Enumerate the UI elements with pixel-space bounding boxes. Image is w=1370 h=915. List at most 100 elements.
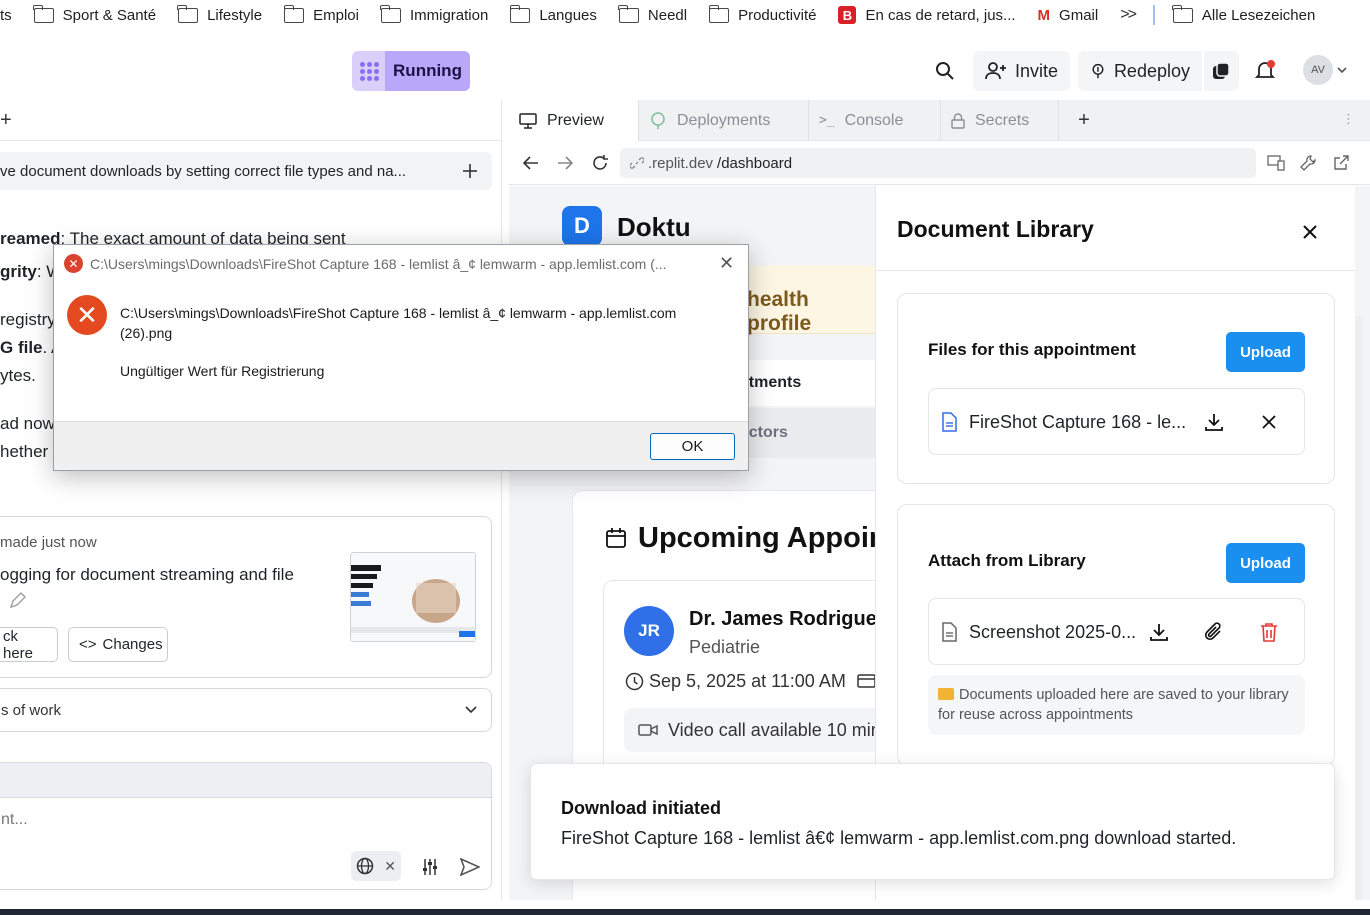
drawer-scrollbar[interactable] xyxy=(1355,316,1363,900)
deploy-icon xyxy=(1092,63,1104,79)
nav-appointments[interactable]: ntments xyxy=(739,360,875,406)
redeploy-button[interactable]: Redeploy xyxy=(1078,51,1202,91)
appointment-date: Sep 5, 2025 at 11:00 AM xyxy=(649,671,846,691)
folder-icon xyxy=(708,4,730,23)
running-button[interactable]: Running xyxy=(385,51,470,91)
open-external-icon[interactable] xyxy=(1331,153,1351,173)
download-icon[interactable] xyxy=(1148,621,1170,643)
tab-console[interactable]: >_ Console xyxy=(809,100,941,141)
changes-label: Changes xyxy=(102,636,163,653)
tab-secrets[interactable]: Secrets xyxy=(941,100,1059,141)
bookmark-folder-emploi[interactable]: Emploi xyxy=(283,4,359,24)
toast-message: FireShot Capture 168 - lemlist â€¢ lemwa… xyxy=(561,828,1237,848)
add-tab-button[interactable]: + xyxy=(1059,100,1109,141)
devices-icon[interactable] xyxy=(1266,153,1286,173)
checkpoint-screenshot-thumbnail[interactable] xyxy=(350,552,476,642)
task-title-row[interactable]: ve document downloads by setting correct… xyxy=(0,152,492,190)
upload-button[interactable]: Upload xyxy=(1226,332,1305,372)
tab-label: Preview xyxy=(547,111,604,129)
lock-icon xyxy=(951,112,965,129)
bookmark-partial[interactable]: ts xyxy=(0,7,12,24)
file-name: Screenshot 2025-0... xyxy=(969,622,1137,642)
more-options-icon[interactable]: ··· xyxy=(1339,112,1357,125)
invite-button[interactable]: Invite xyxy=(973,51,1070,91)
avatar[interactable]: AV xyxy=(1303,55,1333,85)
input-header xyxy=(0,763,491,798)
ok-button[interactable]: OK xyxy=(650,433,735,460)
pencil-icon[interactable] xyxy=(7,591,27,611)
chat-line: ytes. xyxy=(0,366,36,385)
bookmark-retard[interactable]: B En cas de retard, jus... xyxy=(838,6,1016,24)
gmail-icon: M xyxy=(1037,6,1051,24)
bookmark-folder-needl[interactable]: Needl xyxy=(618,4,687,24)
bookmark-all[interactable]: Alle Lesezeichen xyxy=(1172,4,1316,24)
bookmark-folder-langues[interactable]: Langues xyxy=(509,4,597,24)
brand-name: Doktu xyxy=(617,212,691,242)
dialog-close-icon[interactable]: ✕ xyxy=(719,253,734,274)
file-row: FireShot Capture 168 - le... xyxy=(928,388,1305,455)
agent-chat-panel: + ve document downloads by setting corre… xyxy=(0,100,502,900)
close-icon[interactable]: ✕ xyxy=(384,858,396,875)
new-tab-button[interactable]: + xyxy=(0,109,12,132)
wrench-icon[interactable] xyxy=(1298,153,1318,173)
attach-paperclip-icon[interactable] xyxy=(1203,621,1225,643)
changes-button[interactable]: <> Changes xyxy=(68,627,168,662)
drawer-divider xyxy=(876,270,1356,271)
task-title: ve document downloads by setting correct… xyxy=(0,162,407,180)
chevron-down-icon xyxy=(465,706,477,714)
bookmark-label: Sport & Santé xyxy=(62,6,157,24)
bookmark-folder-lifestyle[interactable]: Lifestyle xyxy=(177,4,262,24)
clock-icon xyxy=(624,671,644,691)
chat-line: ad now xyxy=(0,414,55,433)
dialog-title: C:\Users\mings\Downloads\FireShot Captur… xyxy=(90,256,667,272)
close-icon[interactable] xyxy=(1300,222,1320,242)
plus-icon[interactable] xyxy=(462,163,478,179)
section-title: Files for this appointment xyxy=(928,340,1136,359)
library-note: Documents uploaded here are saved to you… xyxy=(928,675,1305,735)
reload-icon[interactable] xyxy=(589,152,611,174)
rollback-button[interactable]: ck here xyxy=(0,627,58,662)
document-icon xyxy=(939,411,959,433)
tab-deployments[interactable]: Deployments xyxy=(639,100,809,141)
dialog-error-message: Ungültiger Wert für Registrierung xyxy=(120,363,325,379)
library-note-text: Documents uploaded here are saved to you… xyxy=(938,687,1289,723)
trash-icon[interactable] xyxy=(1258,621,1280,643)
url-host: .replit.dev xyxy=(648,154,714,172)
error-dialog: ✕ C:\Users\mings\Downloads\FireShot Capt… xyxy=(53,244,749,471)
work-summary-row[interactable]: s of work xyxy=(0,688,492,732)
chevron-down-icon[interactable] xyxy=(1336,64,1348,76)
agent-input[interactable]: nt... xyxy=(1,811,28,829)
more-bookmarks-icon[interactable]: >> xyxy=(1120,6,1137,24)
remove-icon[interactable] xyxy=(1259,412,1279,432)
bookmark-label: En cas de retard, jus... xyxy=(865,6,1016,24)
url-field[interactable]: .replit.dev/dashboard xyxy=(620,148,1256,178)
notification-bell-icon[interactable] xyxy=(1253,58,1277,82)
run-grid-icon[interactable] xyxy=(352,51,386,91)
bookmark-folder-immigration[interactable]: Immigration xyxy=(380,4,488,24)
bookmark-folder-productivite[interactable]: Productivité xyxy=(708,4,816,24)
nav-doctors[interactable]: octors xyxy=(739,408,875,458)
copy-icon xyxy=(1213,62,1230,79)
search-icon[interactable] xyxy=(933,59,957,83)
document-icon xyxy=(939,621,959,643)
forward-arrow-icon[interactable] xyxy=(555,153,575,173)
work-summary-label: s of work xyxy=(1,701,62,719)
add-user-icon xyxy=(985,62,1006,80)
video-call-text: Video call available 10 min xyxy=(668,719,881,740)
bookmark-gmail[interactable]: M Gmail xyxy=(1038,7,1099,24)
bookmark-label: Alle Lesezeichen xyxy=(1201,6,1316,24)
download-toast[interactable]: Download initiated FireShot Capture 168 … xyxy=(530,763,1335,880)
back-arrow-icon[interactable] xyxy=(521,153,541,173)
deploy-status-button[interactable] xyxy=(1204,51,1239,91)
send-icon[interactable] xyxy=(459,857,481,877)
web-search-toggle[interactable]: ✕ xyxy=(351,851,401,881)
tab-label: Secrets xyxy=(975,111,1030,129)
checkpoint-text: ogging for document streaming and file xyxy=(0,565,294,584)
bookmark-folder-sport[interactable]: Sport & Santé xyxy=(33,4,157,24)
settings-sliders-icon[interactable] xyxy=(420,857,440,877)
tab-preview[interactable]: Preview xyxy=(509,100,639,141)
upcoming-title: Upcoming Appoin xyxy=(638,522,887,554)
download-icon[interactable] xyxy=(1203,411,1225,433)
upload-button[interactable]: Upload xyxy=(1226,543,1305,583)
drawer-title: Document Library xyxy=(897,216,1094,242)
